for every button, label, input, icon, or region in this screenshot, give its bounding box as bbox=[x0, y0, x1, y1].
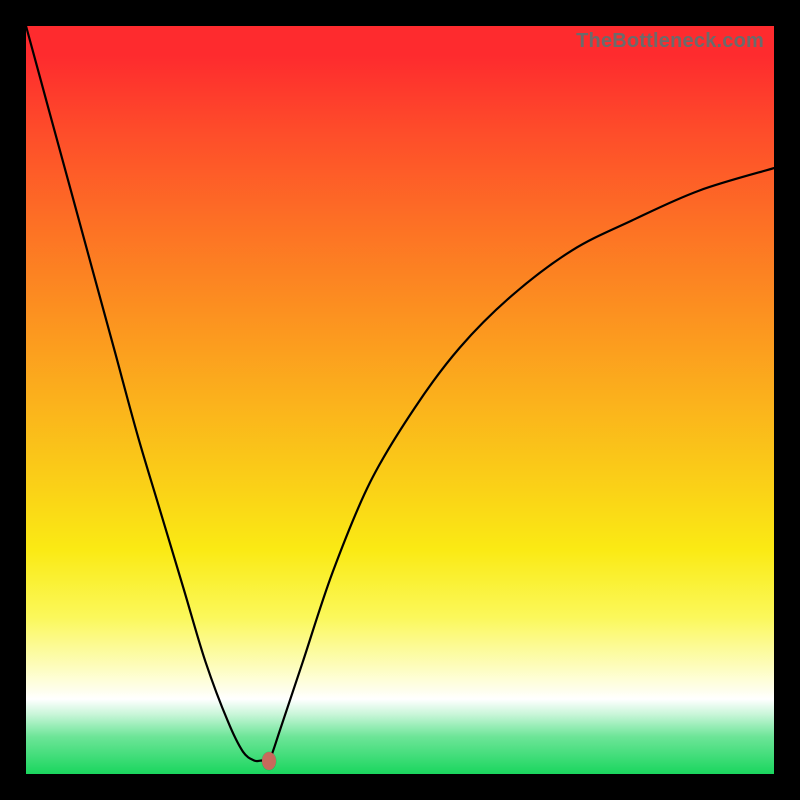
watermark-text: TheBottleneck.com bbox=[576, 30, 764, 53]
chart-frame: TheBottleneck.com bbox=[0, 0, 800, 800]
plot-area: TheBottleneck.com bbox=[26, 26, 774, 774]
optimum-marker bbox=[262, 752, 276, 770]
bottleneck-curve bbox=[26, 26, 774, 774]
